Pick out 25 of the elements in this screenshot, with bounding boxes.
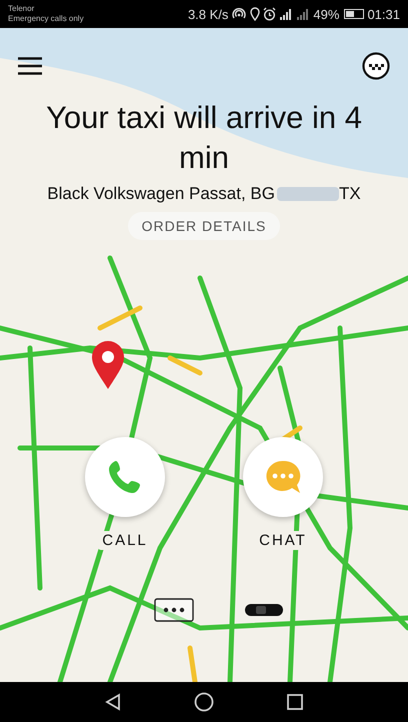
clock: 01:31 [367,6,400,22]
redacted-plate [277,187,339,201]
no-signal-icon [296,8,310,20]
back-icon[interactable] [104,693,122,711]
signal-icon [279,8,294,20]
menu-icon[interactable] [18,57,42,75]
car-description: Black Volkswagen Passat, BG [47,184,275,204]
alarm-icon [263,7,276,21]
arrival-title: Your taxi will arrive in 4 min [45,99,363,177]
order-details-button[interactable]: ORDER DETAILS [128,212,280,240]
more-icon[interactable] [154,598,194,622]
carrier-name: Telenor [8,4,36,14]
hotspot-icon [231,7,248,21]
battery-percent: 49% [313,6,340,22]
taxi-icon[interactable] [362,52,390,80]
location-pin-icon [90,340,126,390]
carrier-status: Emergency calls only [8,14,84,24]
car-icon [244,602,284,618]
recents-icon[interactable] [286,693,304,711]
network-speed: 3.8 K/s [188,6,228,22]
home-icon[interactable] [194,692,214,712]
location-icon [250,7,260,21]
battery-icon [344,9,364,19]
plate-suffix: TX [339,184,361,204]
map-drawing[interactable] [0,28,408,682]
